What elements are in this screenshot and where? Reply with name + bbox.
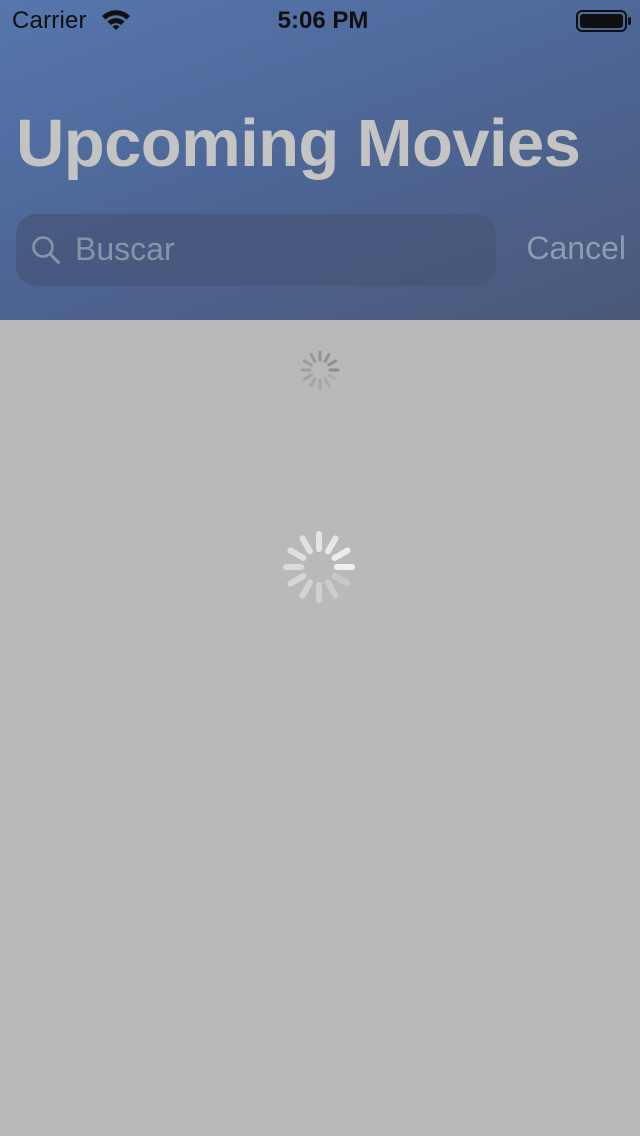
spinner-spoke: [287, 547, 307, 561]
search-icon: [30, 234, 62, 266]
spinner-spoke: [309, 377, 317, 388]
cancel-button[interactable]: Cancel: [510, 228, 626, 268]
spinner-spoke: [323, 352, 331, 363]
spinner-spoke: [299, 535, 313, 555]
spinner-spoke: [299, 579, 313, 599]
spinner-spoke: [331, 573, 351, 587]
spinner-spoke: [302, 373, 313, 381]
spinner-spoke: [325, 579, 339, 599]
activity-spinner-large: [282, 530, 356, 604]
activity-spinner-small: [299, 349, 341, 391]
spinner-spoke: [323, 377, 331, 388]
battery-icon: [576, 10, 632, 32]
clock-time: 5:06 PM: [277, 7, 369, 34]
page-title: Upcoming Movies: [16, 106, 581, 181]
search-placeholder: Buscar: [75, 231, 175, 267]
spinner-spoke: [302, 359, 313, 367]
spinner-spoke: [331, 547, 351, 561]
status-bar: Carrier 5:06 PM: [0, 0, 640, 40]
spinner-spoke: [309, 352, 317, 363]
spinner-spoke: [327, 373, 338, 381]
navigation-header: Carrier 5:06 PM Upcoming Movies Buscar C…: [0, 0, 640, 320]
spinner-spoke: [325, 535, 339, 555]
spinner-spoke: [327, 359, 338, 367]
spinner-spoke: [287, 573, 307, 587]
search-input[interactable]: Buscar: [16, 214, 496, 286]
